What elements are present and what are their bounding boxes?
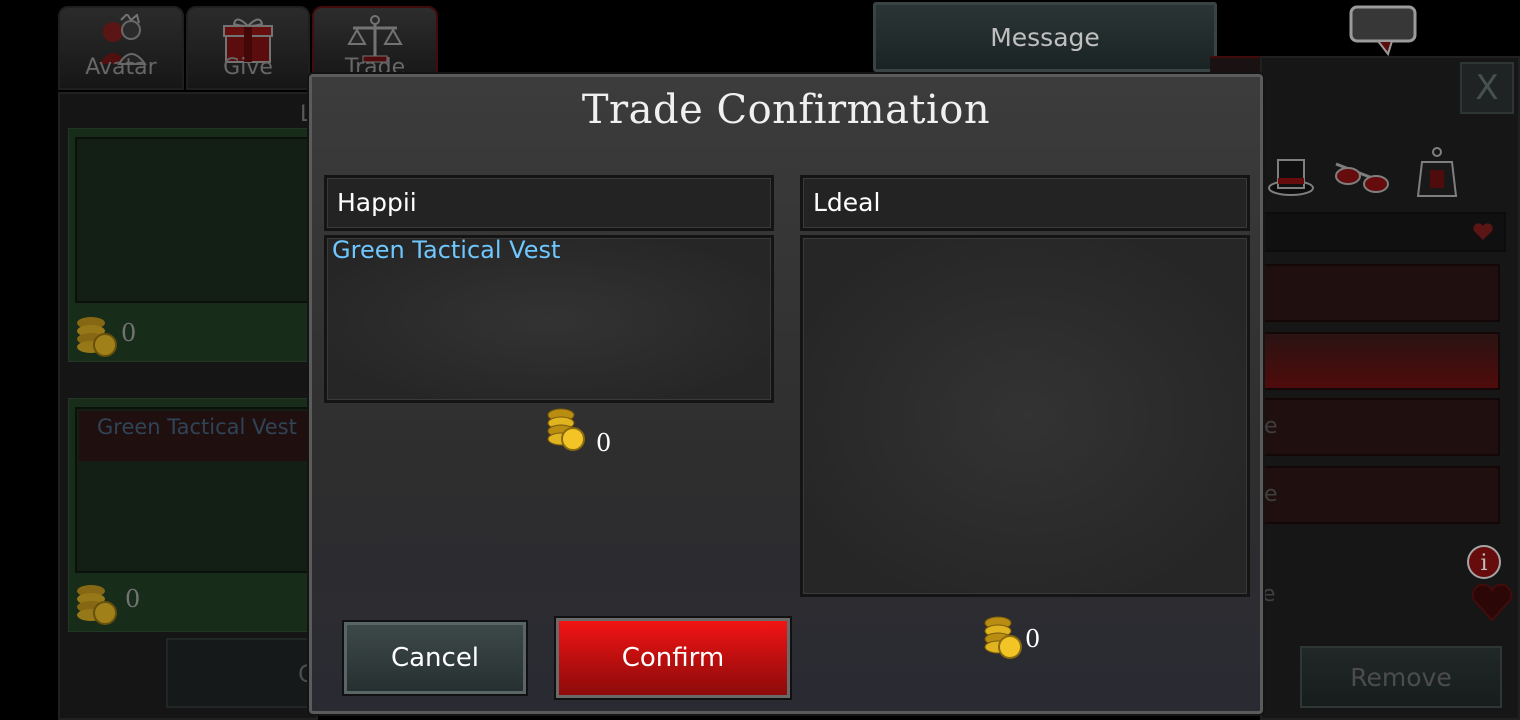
right-items-box — [800, 235, 1250, 597]
left-coins-value: 0 — [596, 429, 612, 457]
right-player-name: Ldeal — [813, 188, 881, 217]
confirm-button[interactable]: Confirm — [556, 618, 790, 698]
trade-confirmation-dialog: Trade Confirmation Happii Green Tactical… — [309, 74, 1263, 714]
dialog-title: Trade Confirmation — [581, 87, 991, 133]
cancel-button[interactable]: Cancel — [344, 622, 526, 694]
coins-icon — [984, 616, 1022, 659]
left-player-name-box: Happii — [324, 175, 774, 231]
right-coins-value: 0 — [1025, 625, 1041, 653]
coins-icon — [547, 408, 585, 451]
left-player-name: Happii — [337, 188, 417, 217]
right-player-name-box: Ldeal — [800, 175, 1250, 231]
left-item-green-tactical-vest: Green Tactical Vest — [332, 236, 561, 264]
left-items-box: Green Tactical Vest — [324, 235, 774, 403]
